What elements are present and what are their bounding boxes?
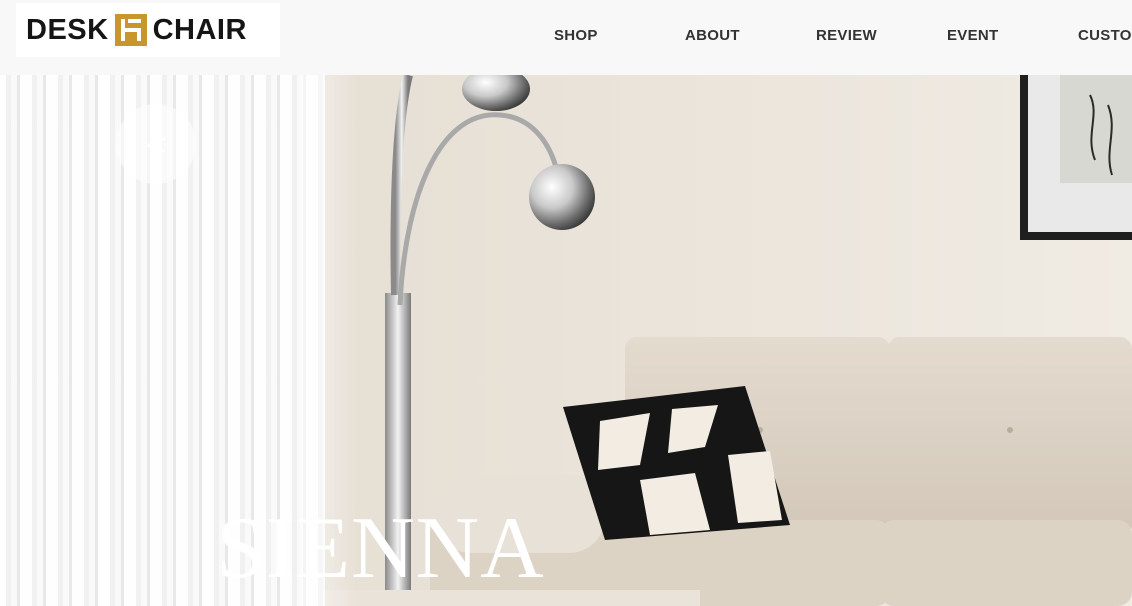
nav-item-shop[interactable]: SHOP bbox=[554, 27, 598, 44]
nav-item-about[interactable]: ABOUT bbox=[685, 27, 740, 44]
hero-title: SIENNA bbox=[216, 500, 545, 597]
carousel-prev-button[interactable]: < bbox=[116, 104, 196, 184]
main-nav: SHOP ABOUT REVIEW EVENT CUSTON bbox=[0, 27, 1132, 47]
nav-item-custom[interactable]: CUSTON bbox=[1078, 27, 1132, 44]
nav-item-review[interactable]: REVIEW bbox=[816, 27, 877, 44]
nav-item-event[interactable]: EVENT bbox=[947, 27, 999, 44]
chevron-left-icon: < bbox=[144, 127, 168, 161]
hero-banner: < SIENNA bbox=[0, 75, 1132, 606]
site-header: DESK CHAIR SHOP ABOUT REVIEW EVENT CUSTO… bbox=[0, 0, 1132, 75]
